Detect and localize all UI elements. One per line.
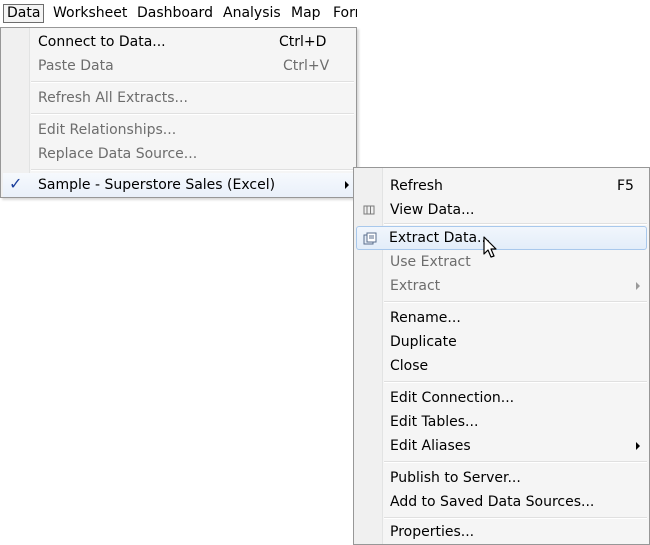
menu-item-edit-connection[interactable]: Edit Connection... xyxy=(356,386,647,410)
menu-item-rename[interactable]: Rename... xyxy=(356,306,647,330)
menu-separator xyxy=(384,301,647,303)
close-label: Close xyxy=(390,358,429,374)
menu-separator xyxy=(31,169,354,171)
extract-data-label: Extract Data... xyxy=(389,230,491,246)
edit-aliases-label: Edit Aliases xyxy=(390,438,471,454)
menu-bar: Data Worksheet Dashboard Analysis Map Fo… xyxy=(0,0,357,28)
extract-label: Extract xyxy=(390,278,441,294)
use-extract-label: Use Extract xyxy=(390,254,471,270)
menu-separator xyxy=(384,517,647,519)
menu-item-connect-to-data[interactable]: Connect to Data... Ctrl+D xyxy=(3,30,354,54)
menu-analysis[interactable]: Analysis xyxy=(220,4,284,23)
menu-item-use-extract[interactable]: Use Extract xyxy=(356,250,647,274)
menu-item-extract-data[interactable]: Extract Data... xyxy=(356,226,647,250)
menu-item-close[interactable]: Close xyxy=(356,354,647,378)
connect-to-data-label: Connect to Data... xyxy=(38,34,166,50)
duplicate-label: Duplicate xyxy=(390,334,457,350)
menu-item-edit-tables[interactable]: Edit Tables... xyxy=(356,410,647,434)
menu-item-extract[interactable]: Extract xyxy=(356,274,647,298)
paste-data-shortcut: Ctrl+V xyxy=(283,58,330,74)
menu-separator xyxy=(31,113,354,115)
menu-item-edit-relationships[interactable]: Edit Relationships... xyxy=(3,118,354,142)
menu-item-refresh-all-extracts[interactable]: Refresh All Extracts... xyxy=(3,86,354,110)
menu-separator xyxy=(384,461,647,463)
menu-item-publish-to-server[interactable]: Publish to Server... xyxy=(356,466,647,490)
menu-item-properties[interactable]: Properties... xyxy=(356,520,647,544)
menu-map[interactable]: Map xyxy=(288,4,324,23)
replace-data-source-label: Replace Data Source... xyxy=(38,146,198,162)
menu-separator xyxy=(384,223,647,225)
menu-item-refresh[interactable]: Refresh F5 xyxy=(356,174,647,198)
table-icon xyxy=(363,205,375,215)
menu-format[interactable]: Format xyxy=(330,4,357,23)
refresh-label: Refresh xyxy=(390,178,443,194)
publish-to-server-label: Publish to Server... xyxy=(390,470,521,486)
refresh-shortcut: F5 xyxy=(617,178,634,194)
menu-item-view-data[interactable]: View Data... xyxy=(356,198,647,222)
refresh-all-extracts-label: Refresh All Extracts... xyxy=(38,90,188,106)
data-source-label: Sample - Superstore Sales (Excel) xyxy=(38,177,276,193)
submenu-arrow-icon xyxy=(636,282,640,290)
menu-separator xyxy=(31,81,354,83)
menu-worksheet[interactable]: Worksheet xyxy=(50,4,130,23)
menu-item-add-to-saved-data-sources[interactable]: Add to Saved Data Sources... xyxy=(356,490,647,514)
menu-item-data-source[interactable]: ✓ Sample - Superstore Sales (Excel) xyxy=(3,173,354,197)
menu-item-replace-data-source[interactable]: Replace Data Source... xyxy=(3,142,354,166)
view-data-label: View Data... xyxy=(390,202,475,218)
menu-data[interactable]: Data xyxy=(3,4,45,23)
menu-dashboard[interactable]: Dashboard xyxy=(134,4,216,23)
submenu-arrow-icon xyxy=(636,442,640,450)
checkmark-icon: ✓ xyxy=(9,174,23,193)
paste-data-label: Paste Data xyxy=(38,58,114,74)
data-source-submenu: Refresh F5 View Data... Extract Data... … xyxy=(353,167,650,545)
mouse-cursor-icon xyxy=(483,236,497,258)
edit-tables-label: Edit Tables... xyxy=(390,414,479,430)
properties-label: Properties... xyxy=(390,524,475,540)
extract-icon xyxy=(363,232,377,245)
menu-item-paste-data[interactable]: Paste Data Ctrl+V xyxy=(3,54,354,78)
add-to-saved-data-sources-label: Add to Saved Data Sources... xyxy=(390,494,595,510)
data-menu: Connect to Data... Ctrl+D Paste Data Ctr… xyxy=(0,27,357,198)
edit-connection-label: Edit Connection... xyxy=(390,390,515,406)
rename-label: Rename... xyxy=(390,310,461,326)
connect-to-data-shortcut: Ctrl+D xyxy=(279,34,327,50)
menu-separator xyxy=(384,381,647,383)
menu-item-duplicate[interactable]: Duplicate xyxy=(356,330,647,354)
menu-item-edit-aliases[interactable]: Edit Aliases xyxy=(356,434,647,458)
submenu-arrow-icon xyxy=(345,181,349,189)
edit-relationships-label: Edit Relationships... xyxy=(38,122,177,138)
